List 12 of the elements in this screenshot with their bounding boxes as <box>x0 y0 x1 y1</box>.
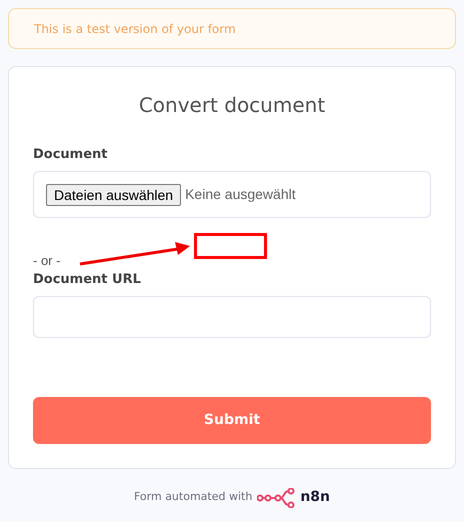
notice-text: This is a test version of your form <box>34 20 236 38</box>
choose-files-button[interactable]: Dateien auswählen <box>46 184 182 206</box>
url-input-field[interactable] <box>33 296 431 338</box>
footer-text: Form automated with <box>134 489 252 506</box>
field-label: Document URL <box>33 271 142 289</box>
file-status-text: Keine ausgewählt <box>185 185 296 204</box>
field-label: Document <box>33 146 109 164</box>
form-title: Convert document <box>138 92 326 118</box>
brand-name: n8n <box>300 488 330 507</box>
separator-text: - or - <box>33 252 60 270</box>
file-input-field[interactable]: Dateien auswählen Keine ausgewählt <box>33 171 431 218</box>
workflow-logo-icon <box>257 488 296 508</box>
